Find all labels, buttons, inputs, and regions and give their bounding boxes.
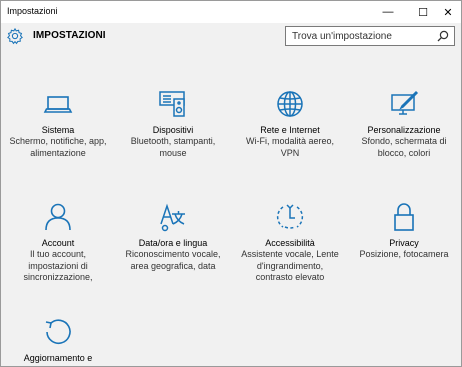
tile-name: Account (41, 238, 75, 248)
close-button[interactable]: ✕ (433, 1, 461, 23)
settings-header: IMPOSTAZIONI (1, 23, 461, 51)
tile-desc: Bluetooth, stampanti, (130, 136, 216, 146)
tile-privacy[interactable]: Privacy Posizione, fotocamera (347, 202, 461, 261)
gear-icon[interactable] (6, 27, 24, 45)
update-icon (45, 319, 71, 344)
tile-desc: Il tuo account, (29, 249, 87, 259)
tile-name: Privacy (389, 238, 419, 248)
search-box[interactable] (285, 26, 455, 46)
tile-desc: Assistente vocale, Lente (241, 249, 339, 259)
tile-name: Sistema (41, 125, 75, 135)
tile-desc: impostazioni di (28, 260, 88, 271)
tile-name: Accessibilità (265, 238, 315, 248)
settings-window: Impostazioni — ☐ ✕ IMPOSTAZIONI Trova un… (0, 0, 462, 367)
window-title: Impostazioni (7, 6, 58, 16)
tile-account[interactable]: Account Il tuo account, impostazioni di … (1, 202, 115, 284)
tile-desc: alimentazione (30, 147, 86, 158)
tile-desc: Posizione, fotocamera (359, 249, 449, 259)
lock-icon (394, 203, 414, 231)
tile-desc: Schermo, notifiche, app, (9, 136, 107, 146)
tile-name: Aggiornamento e (23, 353, 93, 363)
accessibility-icon (276, 204, 304, 229)
tile-desc: d'ingrandimento, (256, 260, 324, 271)
tile-sistema[interactable]: Sistema Schermo, notifiche, app, aliment… (1, 89, 115, 159)
title-bar: Impostazioni — ☐ ✕ (1, 1, 461, 23)
paint-icon (391, 90, 419, 115)
tile-desc: Wi-Fi, modalità aereo, (245, 136, 335, 146)
tile-desc: Riconoscimento vocale, (125, 249, 221, 259)
tile-desc: Sfondo, schermata di (361, 136, 447, 146)
tile-desc: blocco, colori (377, 147, 431, 158)
tile-desc: contrasto elevato (255, 272, 325, 282)
globe-icon (277, 91, 303, 117)
tile-name: Personalizzazione (367, 125, 441, 135)
tile-rete-internet[interactable]: Rete e Internet Wi-Fi, modalità aereo, V… (233, 89, 347, 159)
person-icon (45, 203, 71, 231)
devices-icon (159, 91, 185, 117)
time-language-icon (160, 203, 185, 232)
tile-desc: sincronizzazione, (23, 272, 93, 282)
tile-personalizzazione[interactable]: Personalizzazione Sfondo, schermata di b… (347, 89, 461, 159)
page-title: IMPOSTAZIONI (33, 30, 106, 41)
laptop-icon (43, 96, 73, 113)
tile-name: Dispositivi (152, 125, 194, 135)
tile-name: Data/ora e lingua (138, 238, 208, 248)
tile-desc: area geografica, data (130, 260, 216, 271)
tile-aggiornamento[interactable]: Aggiornamento e (1, 317, 115, 364)
search-input[interactable] (286, 27, 432, 45)
tile-accessibilita[interactable]: Accessibilità Assistente vocale, Lente d… (233, 202, 347, 284)
tile-desc: mouse (159, 147, 187, 158)
search-icon[interactable] (437, 30, 449, 42)
minimize-button[interactable]: — (373, 1, 403, 23)
tile-dispositivi[interactable]: Dispositivi Bluetooth, stampanti, mouse (116, 89, 230, 159)
tile-name: Rete e Internet (260, 125, 320, 135)
tile-data-ora-lingua[interactable]: Data/ora e lingua Riconoscimento vocale,… (116, 202, 230, 272)
tile-desc: VPN (280, 147, 300, 158)
